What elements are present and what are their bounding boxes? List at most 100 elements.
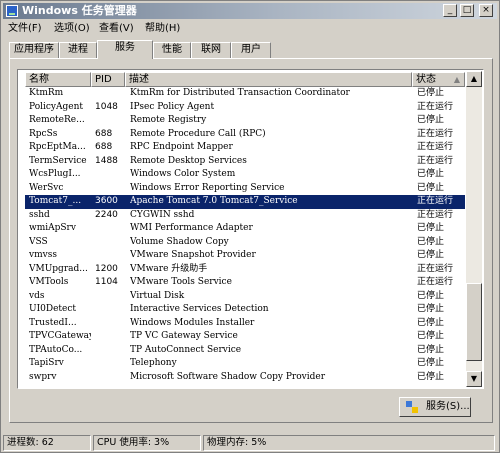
service-name: WcsPlugI...: [29, 169, 81, 179]
service-name: sshd: [29, 209, 50, 220]
services-button[interactable]: 服务(S)...: [399, 397, 471, 417]
tab-processes[interactable]: 进程: [59, 42, 97, 58]
vertical-scrollbar[interactable]: ▲ ▼: [466, 71, 482, 387]
service-row[interactable]: wmiApSrv WMI Performance Adapter 已停止: [25, 222, 465, 236]
status-process-count: 进程数: 62: [3, 435, 91, 451]
service-status: 已停止: [417, 371, 445, 382]
service-name: vds: [29, 290, 45, 301]
menu-help[interactable]: 帮助(H): [145, 22, 180, 35]
minimize-button[interactable]: _: [443, 4, 457, 17]
service-status: 已停止: [417, 115, 445, 125]
service-status: 已停止: [417, 88, 445, 98]
service-description: Interactive Services Detection: [130, 304, 269, 314]
service-description: Apache Tomcat 7.0 Tomcat7_Service: [130, 196, 298, 206]
column-header-pid-label: PID: [95, 74, 112, 85]
service-description: Remote Registry: [130, 115, 207, 125]
list-header: 名称 PID 描述 状态 ▲: [25, 72, 465, 87]
service-rows: KtmRm KtmRm for Distributed Transaction C…: [25, 87, 465, 384]
menu-bar: 文件(F) 选项(O) 查看(V) 帮助(H): [3, 20, 497, 37]
service-description: RPC Endpoint Mapper: [130, 142, 233, 152]
service-name: RpcSs: [29, 128, 58, 139]
service-description: TP AutoConnect Service: [130, 344, 242, 355]
service-name: TrustedI...: [29, 317, 77, 328]
service-status: 已停止: [417, 344, 445, 355]
service-name: vmvss: [29, 250, 57, 260]
service-row[interactable]: vmvss VMware Snapshot Provider 已停止: [25, 249, 465, 263]
service-row[interactable]: PolicyAgent 1048 IPsec Policy Agent 正在运行: [25, 101, 465, 115]
service-row[interactable]: RemoteRe... Remote Registry 已停止: [25, 114, 465, 128]
service-row[interactable]: TrustedI... Windows Modules Installer 已停止: [25, 317, 465, 331]
service-description: TP VC Gateway Service: [130, 331, 238, 341]
service-name: KtmRm: [29, 88, 64, 98]
column-header-status[interactable]: 状态 ▲: [412, 72, 465, 87]
maximize-button[interactable]: □: [460, 4, 474, 17]
service-row[interactable]: VMTools 1104 VMware Tools Service 正在运行: [25, 276, 465, 290]
column-header-description-label: 描述: [129, 74, 149, 85]
service-description: Remote Procedure Call (RPC): [130, 128, 266, 139]
service-row[interactable]: VMUpgrad... 1200 VMware 升级助手 正在运行: [25, 263, 465, 277]
service-row[interactable]: TPVCGateway TP VC Gateway Service 已停止: [25, 330, 465, 344]
service-row[interactable]: RpcEptMa... 688 RPC Endpoint Mapper 正在运行: [25, 141, 465, 155]
column-header-pid[interactable]: PID: [91, 72, 125, 87]
status-cpu-usage: CPU 使用率: 3%: [93, 435, 201, 451]
service-row[interactable]: KtmRm KtmRm for Distributed Transaction C…: [25, 87, 465, 101]
service-row[interactable]: TapiSrv Telephony 已停止: [25, 357, 465, 371]
tab-applications[interactable]: 应用程序: [9, 42, 59, 58]
service-row[interactable]: vds Virtual Disk 已停止: [25, 290, 465, 304]
title-bar[interactable]: Windows 任务管理器 _ □ ×: [3, 3, 497, 19]
menu-view[interactable]: 查看(V): [99, 22, 134, 35]
menu-options[interactable]: 选项(O): [54, 22, 90, 35]
service-name: TPAutoCo...: [29, 344, 83, 355]
service-name: TPVCGateway: [29, 331, 91, 341]
service-status: 已停止: [417, 182, 445, 193]
service-pid: 1200: [95, 263, 118, 274]
service-description: Windows Modules Installer: [130, 317, 255, 328]
column-header-name-label: 名称: [29, 74, 49, 85]
tab-services[interactable]: 服务: [97, 40, 153, 59]
service-status: 已停止: [417, 304, 445, 314]
service-name: WerSvc: [29, 182, 64, 193]
scroll-up-icon[interactable]: ▲: [466, 71, 482, 87]
service-description: IPsec Policy Agent: [130, 101, 215, 112]
service-description: VMware 升级助手: [130, 263, 208, 274]
service-row[interactable]: WcsPlugI... Windows Color System 已停止: [25, 168, 465, 182]
column-header-name[interactable]: 名称: [25, 72, 91, 87]
window-title: Windows 任务管理器: [22, 4, 137, 17]
service-row[interactable]: sshd 2240 CYGWIN sshd 正在运行: [25, 209, 465, 223]
tab-users[interactable]: 用户: [231, 42, 271, 58]
service-name: TermService: [29, 155, 87, 166]
service-name: VSS: [29, 236, 48, 247]
service-row[interactable]: TermService 1488 Remote Desktop Services 正在…: [25, 155, 465, 169]
services-list[interactable]: 名称 PID 描述 状态 ▲ KtmRm KtmRm for Distributed…: [17, 69, 484, 389]
menu-file[interactable]: 文件(F): [8, 22, 42, 35]
tab-performance[interactable]: 性能: [153, 42, 191, 58]
column-header-description[interactable]: 描述: [125, 72, 412, 87]
service-description: VMware Tools Service: [130, 277, 232, 287]
service-name: Tomcat7_...: [29, 196, 82, 206]
service-row[interactable]: UI0Detect Interactive Services Detection 已…: [25, 303, 465, 317]
service-pid: 1048: [95, 101, 118, 112]
service-name: RpcEptMa...: [29, 142, 86, 152]
service-status: 已停止: [417, 290, 445, 301]
service-status: 正在运行: [417, 196, 454, 206]
service-status: 正在运行: [417, 209, 454, 220]
service-description: Windows Error Reporting Service: [130, 182, 285, 193]
services-button-label: 服务(S)...: [426, 401, 470, 412]
service-status: 已停止: [417, 358, 445, 368]
service-description: Windows Color System: [130, 169, 236, 179]
scroll-down-icon[interactable]: ▼: [466, 371, 482, 387]
service-pid: 688: [95, 142, 113, 152]
service-status: 正在运行: [417, 277, 454, 287]
service-row[interactable]: VSS Volume Shadow Copy 已停止: [25, 236, 465, 250]
service-row[interactable]: swprv Microsoft Software Shadow Copy Prov…: [25, 371, 465, 385]
tab-networking[interactable]: 联网: [191, 42, 231, 58]
service-row[interactable]: RpcSs 688 Remote Procedure Call (RPC) 正在运行: [25, 128, 465, 142]
scroll-thumb[interactable]: [466, 283, 482, 361]
service-row[interactable]: WerSvc Windows Error Reporting Service 已停止: [25, 182, 465, 196]
service-row[interactable]: Tomcat7_... 3600 Apache Tomcat 7.0 Tomcat7…: [25, 195, 465, 209]
close-button[interactable]: ×: [479, 4, 493, 17]
service-status: 正在运行: [417, 155, 454, 166]
service-row[interactable]: TPAutoCo... TP AutoConnect Service 已停止: [25, 344, 465, 358]
sort-up-icon: ▲: [453, 75, 460, 84]
service-name: UI0Detect: [29, 304, 77, 314]
